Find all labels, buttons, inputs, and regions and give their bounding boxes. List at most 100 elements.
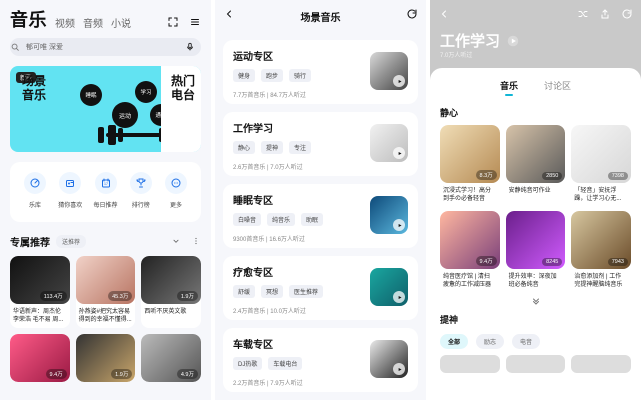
tab-novel[interactable]: 小说 (111, 15, 131, 32)
work-study-panel: 工作学习 7.0万人听过 音乐 讨论区 静心 8.3万 沉浸式学习！高分 到手の… (430, 0, 641, 400)
playlist-card[interactable]: 9.4万 纯音医疗馆 | 清扫 疲惫的工作减压器 (440, 211, 500, 291)
scene-thumb[interactable] (370, 52, 408, 90)
recommend-chip[interactable]: 送推荐 (56, 234, 87, 248)
scene-tag[interactable]: 健身 (233, 69, 256, 82)
tab-audio[interactable]: 音频 (83, 15, 103, 32)
expand-more[interactable] (430, 295, 641, 307)
quick-link-guess[interactable]: 猜你喜欢 (53, 172, 87, 212)
playlist-card[interactable]: 9.4万 (10, 334, 70, 382)
scene-tag[interactable]: 冥想 (261, 285, 284, 298)
scene-tag[interactable]: 纯音乐 (267, 213, 296, 226)
scene-card-car[interactable]: 车载专区 DJ热歌 车载电台 2.2万首音乐 | 7.9万人听过 (223, 328, 418, 392)
play-icon[interactable] (393, 219, 405, 231)
banner-title-line2: 音乐 (22, 88, 47, 102)
preview-card[interactable] (505, 355, 566, 373)
menu-icon[interactable] (189, 16, 201, 28)
scene-title: 场景音乐 (300, 12, 341, 24)
play-icon[interactable] (393, 75, 405, 87)
search-bar[interactable]: 郁可唯 深爱 (10, 38, 201, 56)
back-icon[interactable] (223, 8, 235, 20)
tab-music[interactable]: 音乐 (500, 79, 518, 98)
playlist-title: 纯音医疗馆 | 清扫 疲惫的工作减压器 (443, 274, 492, 288)
scene-card-sleep[interactable]: 睡眠专区 白噪音 纯音乐 助眠 9300首音乐 | 16.6万人听过 (223, 184, 418, 248)
play-icon[interactable] (393, 363, 405, 375)
play-circle-icon[interactable] (506, 34, 520, 48)
playlist-card[interactable]: 113.4万 华语新声：周杰伦 李荣浩 毛不易 周... (10, 256, 70, 328)
scene-tag[interactable]: DJ热歌 (233, 357, 263, 370)
play-count: 7943 (607, 258, 628, 266)
more-icon (165, 172, 187, 194)
calm-grid: 8.3万 沉浸式学习！高分 到手の必备轻音 2850 安静纯音可作业 7398 … (440, 125, 631, 291)
mic-icon[interactable] (185, 42, 195, 52)
scene-tag[interactable]: 医生推荐 (289, 285, 324, 298)
playlist-card[interactable]: 7943 治愈添加剂 | 工作 完提神醒脑纯音乐 (571, 211, 631, 291)
scene-tag[interactable]: 车载电台 (268, 357, 303, 370)
more-vertical-icon[interactable] (191, 236, 201, 246)
quick-link-rank[interactable]: 排行榜 (124, 172, 158, 212)
playlist-card[interactable]: 4.9万 (141, 334, 201, 382)
playlist-card[interactable]: 1.9万 西听不厌英文歌 (141, 256, 201, 328)
refresh-icon[interactable] (621, 8, 633, 20)
tab-discussion[interactable]: 讨论区 (544, 79, 571, 98)
playlist-card[interactable]: 7398 「轻音」安抚浮 躁，让学习心无... (571, 125, 631, 205)
chip-all[interactable]: 全部 (440, 334, 469, 349)
play-count: 8.3万 (475, 170, 497, 180)
play-icon[interactable] (393, 147, 405, 159)
playlist-card[interactable]: 2850 安静纯音可作业 (505, 125, 566, 205)
scene-card-sport[interactable]: 运动专区 健身 跑步 骑行 7.7万首音乐 | 84.7万人听过 (223, 40, 418, 104)
recommend-grid: 113.4万 华语新声：周杰伦 李荣浩 毛不易 周... 45.3万 孙燕姿#把… (10, 256, 201, 382)
playlist-card[interactable]: 8.3万 沉浸式学习！高分 到手の必备轻音 (440, 125, 500, 205)
scene-tag[interactable]: 提神 (261, 141, 284, 154)
scene-thumb[interactable] (370, 340, 408, 378)
scene-thumb[interactable] (370, 268, 408, 306)
scene-thumb[interactable] (370, 196, 408, 234)
brand-title[interactable]: 音乐 (10, 6, 47, 32)
play-count: 1.9万 (176, 291, 198, 301)
quick-link-label: 猜你喜欢 (58, 203, 83, 209)
playlist-card[interactable]: 1.9万 (75, 334, 136, 382)
playlist-card[interactable]: 8245 提升效率：深夜加 班必备纯音 (505, 211, 566, 291)
quick-link-library[interactable]: 乐库 (18, 172, 52, 212)
playlist-card[interactable]: 45.3万 孙燕姿#把究太容易 得到的幸福不懂得... (75, 256, 136, 328)
chip-motivation[interactable]: 励志 (476, 334, 505, 349)
playlist-title: 安静纯音可作业 (508, 188, 551, 194)
preview-card[interactable] (571, 355, 631, 373)
quick-link-more[interactable]: 更多 (159, 172, 193, 212)
scene-card-work[interactable]: 工作学习 静心 提神 专注 2.6万首音乐 | 7.0万人听过 (223, 112, 418, 176)
quick-link-daily[interactable]: 17 每日推荐 (89, 172, 123, 212)
scene-tag[interactable]: 白噪音 (233, 213, 262, 226)
section-refresh-title: 提神 (440, 315, 459, 325)
share-icon[interactable] (599, 8, 611, 20)
scene-tag[interactable]: 骑行 (289, 69, 312, 82)
refresh-icon[interactable] (406, 8, 418, 20)
hero-banner[interactable]: 新歌 场景 音乐 睡眠 学习 运动 通勤 (10, 66, 201, 152)
scene-tag[interactable]: 静心 (233, 141, 256, 154)
playlist-title: 西听不厌英文歌 (144, 309, 187, 315)
play-icon[interactable] (393, 291, 405, 303)
scene-card-meta: 2.6万首音乐 | 7.0万人听过 (233, 165, 303, 171)
scene-tag[interactable]: 舒缓 (233, 285, 256, 298)
chip-electronic[interactable]: 电音 (512, 334, 541, 349)
scene-thumb[interactable] (370, 124, 408, 162)
chevron-down-icon[interactable] (171, 236, 181, 246)
scene-tag[interactable]: 助眠 (301, 213, 324, 226)
bubble-study: 学习 (135, 81, 157, 103)
scan-icon[interactable] (167, 16, 179, 28)
recommend-header: 专属推荐 送推荐 (10, 232, 201, 250)
preview-card[interactable] (440, 355, 500, 373)
topbar-actions (167, 16, 201, 32)
play-count: 9.4万 (45, 369, 67, 379)
tab-video[interactable]: 视频 (55, 15, 75, 32)
search-placeholder: 郁可唯 深爱 (26, 44, 63, 51)
playlist-cover: 1.9万 (75, 334, 136, 382)
play-count: 9.4万 (475, 256, 497, 266)
shuffle-icon[interactable] (577, 8, 589, 20)
scene-tag[interactable]: 专注 (289, 141, 312, 154)
scene-tag[interactable]: 跑步 (261, 69, 284, 82)
play-count: 4.9万 (176, 369, 198, 379)
playlist-cover: 8245 (505, 211, 566, 269)
chevron-double-down-icon (530, 295, 542, 307)
banner-right-title-line2: 电台 (170, 88, 195, 102)
scene-card-heal[interactable]: 疗愈专区 舒缓 冥想 医生推荐 2.4万首音乐 | 10.0万人听过 (223, 256, 418, 320)
back-icon[interactable] (438, 8, 450, 20)
